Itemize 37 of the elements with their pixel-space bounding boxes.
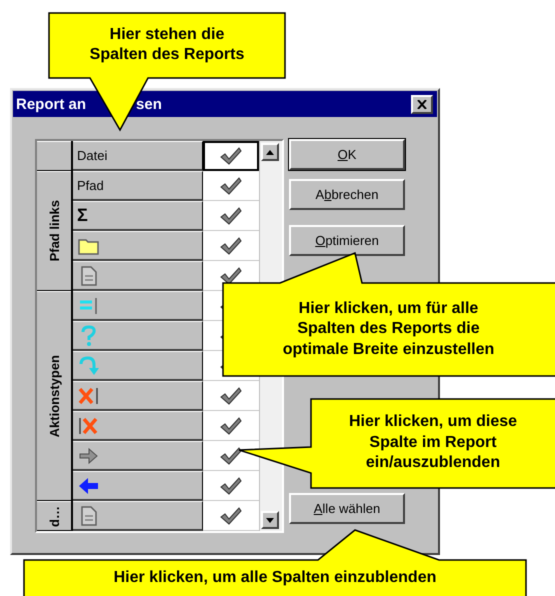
down-triangle-icon (266, 518, 274, 522)
column-name-cell[interactable] (73, 321, 203, 351)
column-name-cell[interactable] (73, 351, 203, 381)
column-name-cell[interactable]: Σ (73, 201, 203, 231)
column-name-cell[interactable] (73, 441, 203, 471)
column-name-cell[interactable] (73, 231, 203, 261)
group-label: d… (46, 506, 62, 526)
column-name: Σ (77, 205, 88, 226)
group-label: Aktionstypen (46, 354, 62, 438)
column-name-cell[interactable] (73, 411, 203, 441)
column-name-cell[interactable]: Pfad (73, 171, 203, 201)
dialog-button[interactable]: OK (289, 139, 405, 170)
column-name: Datei (77, 148, 108, 163)
tooltip-text: Hier stehen die Spalten des Reports (90, 24, 244, 65)
up-triangle-icon (266, 150, 274, 154)
dialog-button[interactable]: Alle wählen (289, 493, 405, 524)
column-name-cell[interactable] (73, 261, 203, 291)
close-button[interactable] (411, 94, 433, 114)
column-name-cell[interactable] (73, 501, 203, 531)
close-icon (417, 100, 427, 108)
column-name-cell[interactable] (73, 291, 203, 321)
curved-arrow-icon (77, 354, 101, 376)
column-name-cell[interactable] (73, 471, 203, 501)
group-label: Pfad links (46, 200, 62, 262)
tooltip-text: Hier klicken, um für alle Spalten des Reports die optimale Breite einzustellen (282, 298, 494, 360)
scroll-down-button[interactable] (261, 511, 279, 529)
tooltip-text: Hier klicken, um alle Spalten einzublenden (114, 568, 436, 588)
dialog-button[interactable]: Abbrechen (289, 179, 405, 210)
dialog-button[interactable]: Optimieren (289, 225, 405, 256)
column-name: Pfad (77, 178, 104, 193)
tooltip-text: Hier klicken, um diese Spalte im Report ein/auszublenden (348, 412, 518, 474)
window-title: sen (136, 96, 162, 112)
window-title: Report an (16, 96, 86, 112)
scroll-up-button[interactable] (261, 143, 279, 161)
column-name-cell[interactable]: Datei (73, 141, 203, 171)
visibility-cell[interactable] (203, 141, 259, 171)
column-name-cell[interactable] (73, 381, 203, 411)
